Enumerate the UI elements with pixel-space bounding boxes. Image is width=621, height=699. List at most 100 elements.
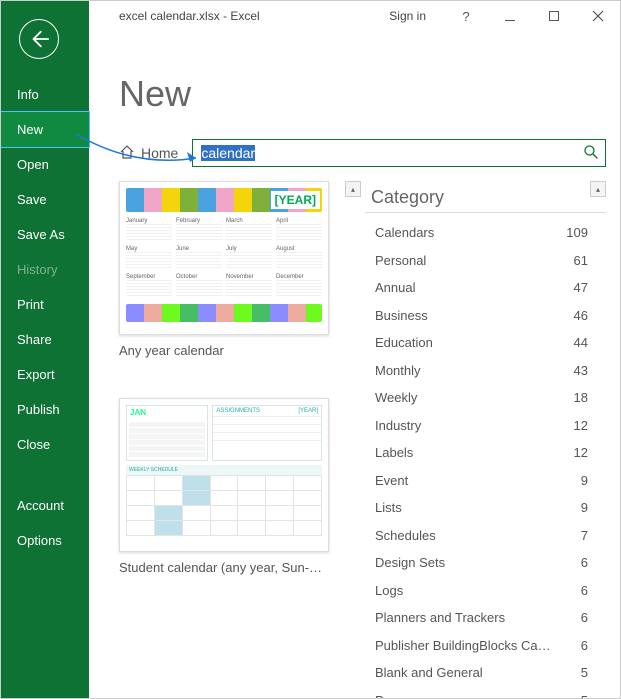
category-count: 6 (581, 636, 588, 656)
category-item[interactable]: Education 44 (371, 329, 602, 357)
category-count: 44 (574, 333, 588, 353)
template-card[interactable]: [YEAR] JanuaryFebruaryMarchAprilMayJuneJ… (119, 181, 353, 358)
year-label: [YEAR] (271, 191, 320, 209)
category-count: 5 (581, 691, 588, 699)
category-name: Calendars (375, 223, 434, 243)
sidebar-item-saveas[interactable]: Save As (1, 217, 89, 252)
category-item[interactable]: Design Sets 6 (371, 549, 602, 577)
templates-column: ▴ [YEAR] JanuaryFebruaryMarchAprilMayJun… (119, 181, 359, 699)
sidebar-item-new[interactable]: New (1, 112, 89, 147)
category-item[interactable]: Logs 6 (371, 577, 602, 605)
category-count: 6 (581, 608, 588, 628)
category-item[interactable]: Annual47 (371, 274, 602, 302)
category-count: 6 (581, 581, 588, 601)
search-input[interactable] (199, 143, 583, 163)
template-label: Student calendar (any year, Sun-… (119, 560, 353, 575)
page-title: New (119, 73, 606, 115)
category-count: 9 (581, 498, 588, 518)
sidebar-item-publish[interactable]: Publish (1, 392, 89, 427)
category-name: Logs (375, 581, 403, 601)
category-title: Category (371, 187, 444, 208)
category-column: ▴ Category Calendars109Personal61Annual4… (365, 181, 606, 699)
templates-scrollbar[interactable]: ▴ (345, 181, 361, 197)
close-button[interactable] (576, 1, 620, 31)
category-item[interactable]: Weekly 18 (371, 384, 602, 412)
content-row: ▴ [YEAR] JanuaryFebruaryMarchAprilMayJun… (119, 181, 606, 699)
category-item[interactable]: Planners and Trackers6 (371, 604, 602, 632)
category-count: 18 (574, 388, 588, 408)
category-count: 61 (574, 251, 588, 271)
template-card[interactable]: JAN ASSIGNMENTS[YEAR] WEEKLY SCHEDULE (119, 398, 353, 575)
sidebar-item-close[interactable]: Close (1, 427, 89, 462)
category-item[interactable]: Lists 9 (371, 494, 602, 522)
category-name: Monthly (375, 361, 421, 381)
sidebar-item-options[interactable]: Options (1, 523, 89, 558)
category-count: 43 (574, 361, 588, 381)
category-name: Design Sets (375, 553, 445, 573)
category-item[interactable]: Personal61 (371, 247, 602, 275)
category-item[interactable]: Schedules 7 (371, 522, 602, 550)
thumb-assignments-label: ASSIGNMENTS (216, 408, 260, 414)
category-item[interactable]: Event9 (371, 467, 602, 495)
category-item[interactable]: Paper5 (371, 687, 602, 699)
excel-backstage-window: excel calendar.xlsx - Excel Sign in ? In… (0, 0, 621, 699)
category-name: Education (375, 333, 433, 353)
template-thumbnail: [YEAR] JanuaryFebruaryMarchAprilMayJuneJ… (119, 181, 329, 335)
category-name: Publisher BuildingBlocks Ca… (375, 636, 551, 656)
sidebar-item-save[interactable]: Save (1, 182, 89, 217)
thumb-year-label: [YEAR] (298, 408, 318, 414)
category-item[interactable]: Calendars 109 (371, 219, 602, 247)
backstage-main: New Home ▴ (89, 41, 620, 698)
category-count: 6 (581, 553, 588, 573)
category-name: Industry (375, 416, 421, 436)
window-buttons: ? (444, 1, 620, 31)
search-box (192, 139, 606, 167)
breadcrumb-home[interactable]: Home (119, 144, 178, 163)
category-name: Weekly (375, 388, 417, 408)
template-thumbnail: JAN ASSIGNMENTS[YEAR] WEEKLY SCHEDULE (119, 398, 329, 552)
window-title: excel calendar.xlsx - Excel (89, 9, 260, 23)
category-item[interactable]: Monthly 43 (371, 357, 602, 385)
help-button[interactable]: ? (444, 1, 488, 31)
category-scrollbar[interactable]: ▴ (590, 181, 606, 197)
breadcrumb-home-label: Home (141, 145, 178, 161)
category-item[interactable]: Blank and General 5 (371, 659, 602, 687)
backstage-sidebar: Info New Open Save Save As History Print… (1, 1, 89, 698)
thumb-month-label: JAN (127, 406, 207, 419)
category-name: Schedules (375, 526, 436, 546)
scroll-up-icon[interactable]: ▴ (590, 181, 606, 197)
sidebar-item-info[interactable]: Info (1, 77, 89, 112)
category-item[interactable]: Industry 12 (371, 412, 602, 440)
category-name: Annual (375, 278, 415, 298)
category-count: 12 (574, 416, 588, 436)
sidebar-item-open[interactable]: Open (1, 147, 89, 182)
category-count: 5 (581, 663, 588, 683)
maximize-button[interactable] (532, 1, 576, 31)
sidebar-item-export[interactable]: Export (1, 357, 89, 392)
sidebar-item-share[interactable]: Share (1, 322, 89, 357)
search-icon[interactable] (583, 144, 599, 163)
category-item[interactable]: Labels12 (371, 439, 602, 467)
search-row: Home (119, 139, 606, 167)
minimize-button[interactable] (488, 1, 532, 31)
scroll-up-icon[interactable]: ▴ (345, 181, 361, 197)
home-icon (119, 144, 135, 163)
category-name: Blank and General (375, 663, 483, 683)
title-bar: excel calendar.xlsx - Excel Sign in ? (89, 1, 620, 31)
category-name: Lists (375, 498, 402, 518)
signin-link[interactable]: Sign in (389, 9, 426, 23)
category-count: 109 (566, 223, 588, 243)
sidebar-item-print[interactable]: Print (1, 287, 89, 322)
category-item[interactable]: Business 46 (371, 302, 602, 330)
category-count: 46 (574, 306, 588, 326)
category-item[interactable]: Publisher BuildingBlocks Ca… 6 (371, 632, 602, 660)
template-label: Any year calendar (119, 343, 353, 358)
category-name: Business (375, 306, 428, 326)
sidebar-item-account[interactable]: Account (1, 488, 89, 523)
sidebar-item-history: History (1, 252, 89, 287)
category-count: 7 (581, 526, 588, 546)
back-button[interactable] (19, 19, 59, 59)
category-name: Labels (375, 443, 413, 463)
sidebar-nav: Info New Open Save Save As History Print… (1, 77, 89, 558)
category-name: Event (375, 471, 408, 491)
